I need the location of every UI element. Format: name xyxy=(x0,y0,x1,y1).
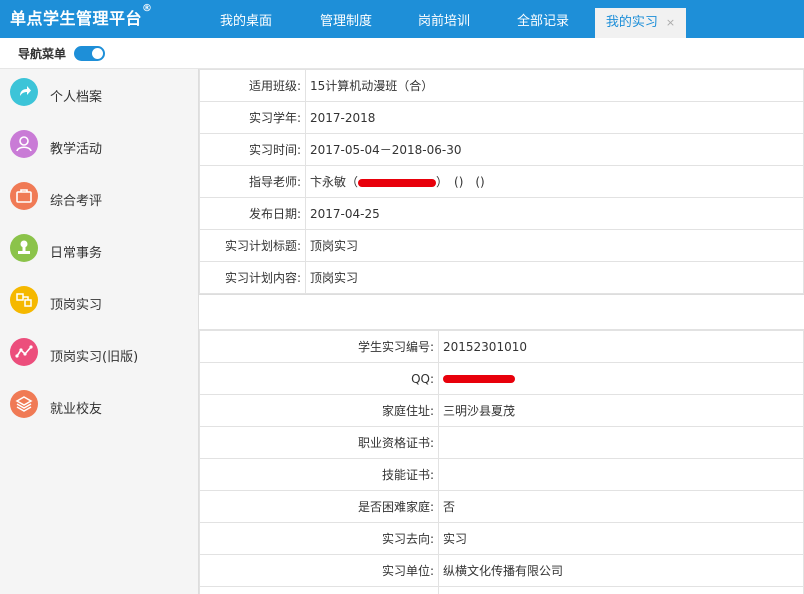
tab-my-internship[interactable]: 我的实习 × xyxy=(595,8,686,38)
briefcase-icon xyxy=(10,182,38,210)
table-row: 职业资格证书: xyxy=(199,426,804,459)
field-label: 实习计划内容: xyxy=(199,261,306,294)
field-label xyxy=(199,586,439,594)
field-value: 卞永敏（ ） () () xyxy=(305,165,804,198)
app-brand: 单点学生管理平台® xyxy=(10,3,153,28)
field-label: 指导老师: xyxy=(199,165,306,198)
sidebar-item-personal-profile[interactable]: 个人档案 xyxy=(0,73,198,125)
field-value: 2017-2018 xyxy=(305,101,804,134)
field-value: 15计算机动漫班（合） xyxy=(305,69,804,102)
table-row: 技能证书: xyxy=(199,458,804,491)
sidebar-item-comprehensive-evaluation[interactable]: 综合考评 xyxy=(0,177,198,229)
field-label: 实习计划标题: xyxy=(199,229,306,262)
table-row: 家庭住址: 三明沙县夏茂 xyxy=(199,394,804,427)
sidebar-item-label: 教学活动 xyxy=(50,142,103,157)
sidebar-item-teaching-activities[interactable]: 教学活动 xyxy=(0,125,198,177)
sidebar-item-label: 顶岗实习 xyxy=(50,298,103,313)
field-label: 实习去向: xyxy=(199,522,439,555)
nav-bar: 导航菜单 xyxy=(0,38,804,69)
table-row: 实习学年: 2017-2018 xyxy=(199,101,804,134)
field-value: 顶岗实习 xyxy=(305,261,804,294)
student-info-table: 学生实习编号: 20152301010 QQ: 家庭住址: 三明沙县夏茂 职业资… xyxy=(199,330,804,594)
internship-plan-table: 适用班级: 15计算机动漫班（合） 实习学年: 2017-2018 实习时间: … xyxy=(199,69,804,294)
field-label: 适用班级: xyxy=(199,69,306,102)
sidebar-item-label: 日常事务 xyxy=(50,246,103,261)
field-label: 发布日期: xyxy=(199,197,306,230)
layers-icon xyxy=(10,390,38,418)
nav-menu-label: 导航菜单 xyxy=(18,47,67,61)
table-row: 学生实习编号: 20152301010 xyxy=(199,330,804,363)
field-value: 20152301010 xyxy=(438,330,804,363)
field-value xyxy=(438,586,804,594)
table-row: QQ: xyxy=(199,362,804,395)
redaction-mark xyxy=(358,178,437,187)
field-value: 纵横文化传播有限公司 xyxy=(438,554,804,587)
field-value: 三明沙县夏茂 xyxy=(438,394,804,427)
section-divider xyxy=(199,294,804,330)
field-label: 是否困难家庭: xyxy=(199,490,439,523)
table-row: 是否困难家庭: 否 xyxy=(199,490,804,523)
share-arrow-icon xyxy=(10,78,38,106)
field-value: 2017-04-25 xyxy=(305,197,804,230)
table-row: 实习去向: 实习 xyxy=(199,522,804,555)
field-value: 顶岗实习 xyxy=(305,229,804,262)
top-bar: 单点学生管理平台® 我的桌面 管理制度 岗前培训 全部记录 我的实习 × xyxy=(0,0,804,38)
table-row: 指导老师: 卞永敏（ ） () () xyxy=(199,165,804,198)
sidebar: 个人档案 教学活动 综合考评 日常事务 顶岗实习 顶岗实习(旧版) 就业校友 xyxy=(0,69,199,594)
tab-my-desktop[interactable]: 我的桌面 xyxy=(205,0,287,38)
sidebar-item-employment-alumni[interactable]: 就业校友 xyxy=(0,385,198,437)
table-row: 实习计划标题: 顶岗实习 xyxy=(199,229,804,262)
redaction-mark xyxy=(443,375,515,383)
field-label: 实习单位: xyxy=(199,554,439,587)
table-row: 发布日期: 2017-04-25 xyxy=(199,197,804,230)
sidebar-item-internship-legacy[interactable]: 顶岗实习(旧版) xyxy=(0,333,198,385)
tab-my-internship-label: 我的实习 xyxy=(605,15,658,30)
field-value xyxy=(438,362,804,395)
table-row xyxy=(199,586,804,594)
trend-icon xyxy=(10,338,38,366)
table-row: 实习计划内容: 顶岗实习 xyxy=(199,261,804,294)
field-value xyxy=(438,458,804,491)
main-content: 适用班级: 15计算机动漫班（合） 实习学年: 2017-2018 实习时间: … xyxy=(199,69,804,594)
field-value xyxy=(438,426,804,459)
close-icon[interactable]: × xyxy=(666,16,675,29)
sidebar-item-label: 顶岗实习(旧版) xyxy=(50,350,139,365)
tab-pre-job-training[interactable]: 岗前培训 xyxy=(403,0,485,38)
field-label: 家庭住址: xyxy=(199,394,439,427)
nav-menu-toggle[interactable] xyxy=(74,46,105,61)
teacher-extra: ） () () xyxy=(436,175,485,189)
toggle-knob xyxy=(92,48,103,59)
user-icon xyxy=(10,130,38,158)
field-value: 实习 xyxy=(438,522,804,555)
sidebar-item-daily-affairs[interactable]: 日常事务 xyxy=(0,229,198,281)
table-row: 适用班级: 15计算机动漫班（合） xyxy=(199,69,804,102)
network-icon xyxy=(10,286,38,314)
tab-management-rules[interactable]: 管理制度 xyxy=(305,0,387,38)
stamp-icon xyxy=(10,234,38,262)
sidebar-item-internship[interactable]: 顶岗实习 xyxy=(0,281,198,333)
sidebar-item-label: 综合考评 xyxy=(50,194,103,209)
sidebar-item-label: 就业校友 xyxy=(50,402,103,417)
field-value: 否 xyxy=(438,490,804,523)
sidebar-item-label: 个人档案 xyxy=(50,90,103,105)
field-label: 学生实习编号: xyxy=(199,330,439,363)
table-row: 实习单位: 纵横文化传播有限公司 xyxy=(199,554,804,587)
field-label: 职业资格证书: xyxy=(199,426,439,459)
tab-all-records[interactable]: 全部记录 xyxy=(502,0,584,38)
field-label: 实习学年: xyxy=(199,101,306,134)
field-label: 实习时间: xyxy=(199,133,306,166)
teacher-name: 卞永敏（ xyxy=(310,175,359,189)
field-label: QQ: xyxy=(199,362,439,395)
field-label: 技能证书: xyxy=(199,458,439,491)
table-row: 实习时间: 2017-05-04－2018-06-30 xyxy=(199,133,804,166)
field-value: 2017-05-04－2018-06-30 xyxy=(305,133,804,166)
